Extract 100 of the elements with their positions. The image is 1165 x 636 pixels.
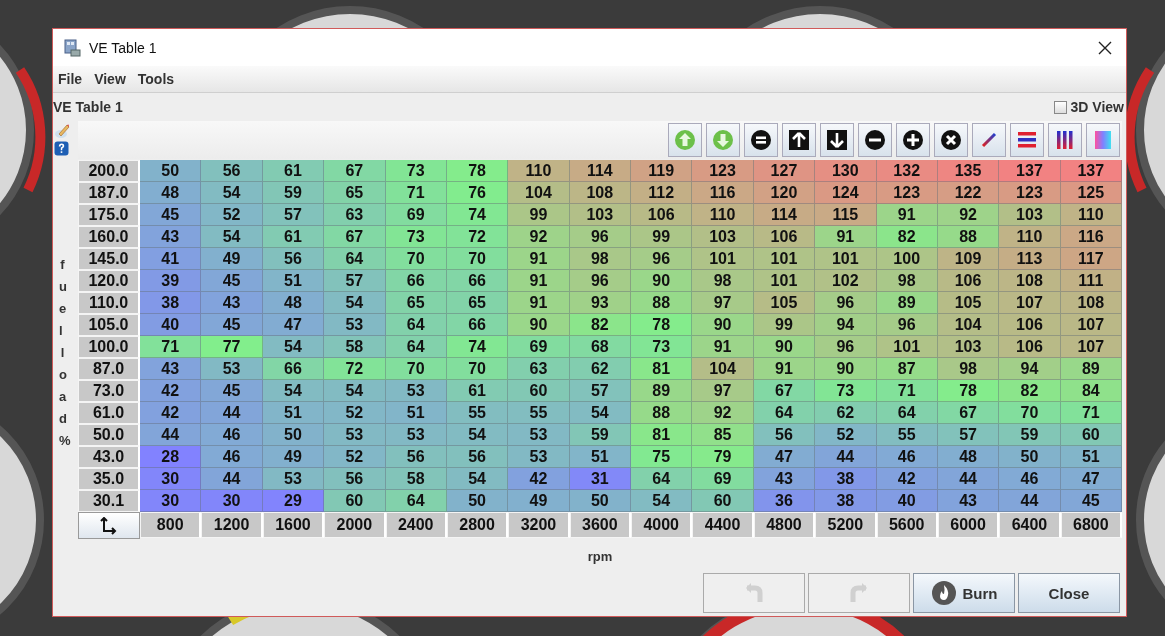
table-cell[interactable]: 101 bbox=[753, 270, 816, 292]
table-cell[interactable]: 103 bbox=[692, 226, 754, 248]
table-cell[interactable]: 102 bbox=[815, 270, 877, 292]
table-cell[interactable]: 110 bbox=[1060, 204, 1122, 226]
table-cell[interactable]: 105 bbox=[937, 292, 1000, 314]
table-cell[interactable]: 100 bbox=[876, 248, 938, 270]
toolbar-button[interactable] bbox=[972, 123, 1006, 157]
table-cell[interactable]: 60 bbox=[1060, 424, 1122, 446]
table-cell[interactable]: 71 bbox=[1060, 402, 1122, 424]
table-cell[interactable]: 71 bbox=[876, 380, 938, 402]
table-cell[interactable]: 74 bbox=[446, 204, 509, 226]
table-cell[interactable]: 98 bbox=[937, 358, 1000, 380]
table-cell[interactable]: 103 bbox=[999, 204, 1061, 226]
table-cell[interactable]: 90 bbox=[692, 314, 754, 336]
table-cell[interactable]: 69 bbox=[692, 468, 754, 490]
table-cell[interactable]: 73 bbox=[815, 380, 877, 402]
table-cell[interactable]: 30 bbox=[201, 490, 263, 512]
table-cell[interactable]: 130 bbox=[815, 160, 877, 182]
toolbar-button[interactable] bbox=[782, 123, 816, 157]
table-cell[interactable]: 114 bbox=[569, 160, 631, 182]
table-cell[interactable]: 90 bbox=[815, 358, 877, 380]
table-cell[interactable]: 96 bbox=[631, 248, 693, 270]
table-cell[interactable]: 46 bbox=[876, 446, 938, 468]
table-cell[interactable]: 48 bbox=[262, 292, 325, 314]
table-cell[interactable]: 96 bbox=[569, 270, 631, 292]
table-cell[interactable]: 36 bbox=[753, 490, 816, 512]
toolbar-button[interactable] bbox=[1010, 123, 1044, 157]
table-cell[interactable]: 106 bbox=[937, 270, 1000, 292]
table-cell[interactable]: 52 bbox=[324, 446, 386, 468]
toolbar-button[interactable] bbox=[1048, 123, 1082, 157]
table-cell[interactable]: 70 bbox=[446, 248, 509, 270]
table-cell[interactable]: 54 bbox=[631, 490, 693, 512]
table-cell[interactable]: 109 bbox=[937, 248, 1000, 270]
table-cell[interactable]: 89 bbox=[631, 380, 693, 402]
table-cell[interactable]: 52 bbox=[815, 424, 877, 446]
table-cell[interactable]: 104 bbox=[508, 182, 570, 204]
table-cell[interactable]: 106 bbox=[753, 226, 816, 248]
table-cell[interactable]: 82 bbox=[569, 314, 631, 336]
table-cell[interactable]: 107 bbox=[1060, 336, 1122, 358]
table-cell[interactable]: 48 bbox=[937, 446, 1000, 468]
toolbar-button[interactable] bbox=[744, 123, 778, 157]
table-cell[interactable]: 105 bbox=[753, 292, 816, 314]
table-cell[interactable]: 67 bbox=[324, 160, 386, 182]
table-cell[interactable]: 77 bbox=[201, 336, 263, 358]
table-cell[interactable]: 69 bbox=[508, 336, 570, 358]
swap-axes-button[interactable] bbox=[78, 512, 140, 539]
table-cell[interactable]: 65 bbox=[324, 182, 386, 204]
table-cell[interactable]: 53 bbox=[385, 380, 447, 402]
table-cell[interactable]: 49 bbox=[201, 248, 263, 270]
table-cell[interactable]: 107 bbox=[999, 292, 1061, 314]
table-cell[interactable]: 30 bbox=[140, 468, 202, 490]
table-cell[interactable]: 107 bbox=[1060, 314, 1122, 336]
table-cell[interactable]: 56 bbox=[753, 424, 816, 446]
table-cell[interactable]: 122 bbox=[937, 182, 1000, 204]
table-cell[interactable]: 125 bbox=[1060, 182, 1122, 204]
table-cell[interactable]: 67 bbox=[324, 226, 386, 248]
table-cell[interactable]: 88 bbox=[937, 226, 1000, 248]
table-cell[interactable]: 56 bbox=[262, 248, 325, 270]
table-cell[interactable]: 96 bbox=[815, 336, 877, 358]
table-cell[interactable]: 106 bbox=[999, 336, 1061, 358]
toolbar-button[interactable] bbox=[858, 123, 892, 157]
table-cell[interactable]: 66 bbox=[262, 358, 325, 380]
table-cell[interactable]: 82 bbox=[876, 226, 938, 248]
table-cell[interactable]: 88 bbox=[631, 292, 693, 314]
burn-button[interactable]: Burn bbox=[913, 573, 1015, 613]
table-cell[interactable]: 47 bbox=[1060, 468, 1122, 490]
table-cell[interactable]: 64 bbox=[631, 468, 693, 490]
table-cell[interactable]: 127 bbox=[753, 160, 816, 182]
table-cell[interactable]: 50 bbox=[140, 160, 202, 182]
table-cell[interactable]: 51 bbox=[385, 402, 447, 424]
table-cell[interactable]: 42 bbox=[508, 468, 570, 490]
table-cell[interactable]: 55 bbox=[446, 402, 509, 424]
table-cell[interactable]: 73 bbox=[385, 160, 447, 182]
table-cell[interactable]: 41 bbox=[140, 248, 202, 270]
table-cell[interactable]: 116 bbox=[692, 182, 754, 204]
table-cell[interactable]: 53 bbox=[508, 446, 570, 468]
table-cell[interactable]: 56 bbox=[446, 446, 509, 468]
checkbox[interactable] bbox=[1053, 100, 1067, 114]
table-cell[interactable]: 70 bbox=[385, 358, 447, 380]
table-cell[interactable]: 87 bbox=[876, 358, 938, 380]
table-cell[interactable]: 137 bbox=[1060, 160, 1122, 182]
table-cell[interactable]: 112 bbox=[631, 182, 693, 204]
table-cell[interactable]: 67 bbox=[753, 380, 816, 402]
table-cell[interactable]: 51 bbox=[262, 270, 325, 292]
table-cell[interactable]: 28 bbox=[140, 446, 202, 468]
table-cell[interactable]: 91 bbox=[692, 336, 754, 358]
table-cell[interactable]: 45 bbox=[140, 204, 202, 226]
table-cell[interactable]: 96 bbox=[569, 226, 631, 248]
table-cell[interactable]: 43 bbox=[937, 490, 1000, 512]
table-cell[interactable]: 51 bbox=[262, 402, 325, 424]
close-icon[interactable] bbox=[1098, 40, 1112, 55]
table-cell[interactable]: 55 bbox=[876, 424, 938, 446]
table-cell[interactable]: 91 bbox=[508, 292, 570, 314]
table-cell[interactable]: 91 bbox=[815, 226, 877, 248]
table-cell[interactable]: 52 bbox=[201, 204, 263, 226]
table-cell[interactable]: 94 bbox=[999, 358, 1061, 380]
toolbar-button[interactable] bbox=[934, 123, 968, 157]
table-cell[interactable]: 101 bbox=[815, 248, 877, 270]
close-button[interactable]: Close bbox=[1018, 573, 1120, 613]
table-cell[interactable]: 51 bbox=[1060, 446, 1122, 468]
